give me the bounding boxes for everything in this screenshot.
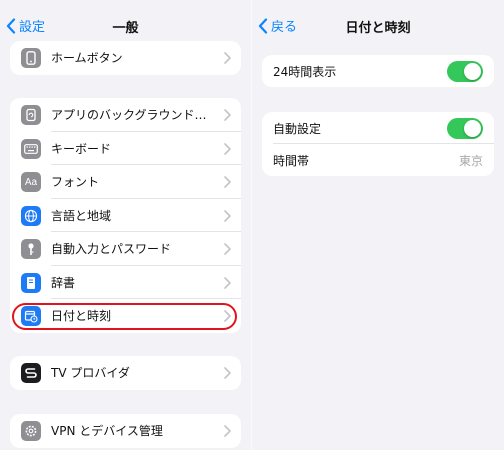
page-title: 日付と時刻 — [345, 21, 411, 36]
settings-row-time-zone[interactable]: 時間帯 東京 — [262, 144, 494, 176]
settings-row-label: 時間帯 — [273, 153, 310, 168]
settings-row-background-refresh[interactable]: アプリのバックグラウンド… — [10, 98, 241, 132]
settings-row-label: 自動入力とパスワード — [51, 242, 172, 257]
chevron-right-icon — [224, 109, 231, 121]
chevron-right-icon — [224, 243, 231, 255]
settings-row-label: フォント — [51, 175, 100, 190]
toggle-knob — [464, 120, 481, 137]
calendar-clock-icon — [21, 306, 41, 326]
globe-icon — [21, 205, 41, 226]
settings-row-label: VPN とデバイス管理 — [51, 424, 163, 439]
settings-row-vpn-device-management[interactable]: VPN とデバイス管理 — [10, 414, 241, 448]
settings-row-keyboard[interactable]: キーボード — [10, 132, 241, 165]
font-icon: Aa — [21, 172, 41, 192]
gear-icon — [21, 421, 41, 441]
keyboard-icon — [21, 138, 41, 159]
general-nav-bar: 設定 一般 — [0, 0, 251, 44]
chevron-right-icon — [224, 425, 231, 437]
chevron-right-icon — [224, 176, 231, 188]
settings-group-main: アプリのバックグラウンド… キーボード Aa フォント 言語と地域 自動入力とパ… — [10, 98, 241, 333]
chevron-right-icon — [224, 310, 231, 322]
chevron-right-icon — [224, 52, 231, 64]
settings-row-tv-provider[interactable]: TV プロバイダ — [10, 356, 241, 390]
settings-group-home: ホームボタン — [10, 41, 241, 75]
settings-row-autofill-passwords[interactable]: 自動入力とパスワード — [10, 232, 241, 266]
settings-row-label: キーボード — [51, 141, 112, 156]
settings-row-date-time[interactable]: 日付と時刻 — [10, 299, 241, 333]
settings-row-label: ホームボタン — [51, 51, 123, 66]
settings-row-fonts[interactable]: Aa フォント — [10, 165, 241, 199]
key-icon — [21, 239, 41, 259]
settings-row-label: 言語と地域 — [51, 208, 112, 223]
settings-row-dictionary[interactable]: 辞書 — [10, 266, 241, 299]
settings-group-auto: 自動設定 時間帯 東京 — [262, 112, 494, 176]
date-time-nav-bar: 戻る 日付と時刻 — [252, 0, 504, 44]
settings-row-label: 日付と時刻 — [51, 309, 112, 324]
dictionary-icon — [21, 272, 41, 293]
toggle-knob — [464, 63, 481, 80]
24-hour-toggle[interactable] — [447, 61, 483, 82]
settings-row-label: 辞書 — [51, 275, 76, 290]
chevron-right-icon — [224, 276, 231, 289]
date-time-panel: 戻る 日付と時刻 24時間表示 自動設定 時間帯 東京 — [252, 0, 504, 450]
settings-row-24-hour-time: 24時間表示 — [262, 55, 494, 87]
time-zone-value: 東京 — [458, 153, 483, 168]
page-title: 一般 — [112, 21, 139, 36]
chevron-right-icon — [224, 142, 231, 155]
settings-row-label: 自動設定 — [273, 121, 322, 136]
home-button-icon — [21, 48, 41, 68]
font-icon-glyph: Aa — [24, 176, 38, 188]
tv-provider-icon — [21, 363, 41, 383]
chevron-right-icon — [224, 367, 231, 379]
settings-row-label: TV プロバイダ — [51, 366, 130, 381]
set-automatically-toggle[interactable] — [447, 118, 483, 139]
settings-group-vpn: VPN とデバイス管理 — [10, 414, 241, 448]
settings-group-24h: 24時間表示 — [262, 55, 494, 87]
chevron-right-icon — [224, 209, 231, 222]
background-refresh-icon — [21, 105, 41, 125]
settings-group-tv: TV プロバイダ — [10, 356, 241, 390]
settings-row-language-region[interactable]: 言語と地域 — [10, 199, 241, 232]
settings-row-label: アプリのバックグラウンド… — [51, 108, 207, 123]
settings-row-home-button[interactable]: ホームボタン — [10, 41, 241, 75]
general-settings-panel: 設定 一般 ホームボタン アプリのバックグラウンド… キーボード Aa フォント… — [0, 0, 251, 450]
settings-row-set-automatically: 自動設定 — [262, 112, 494, 144]
settings-row-label: 24時間表示 — [273, 64, 337, 79]
